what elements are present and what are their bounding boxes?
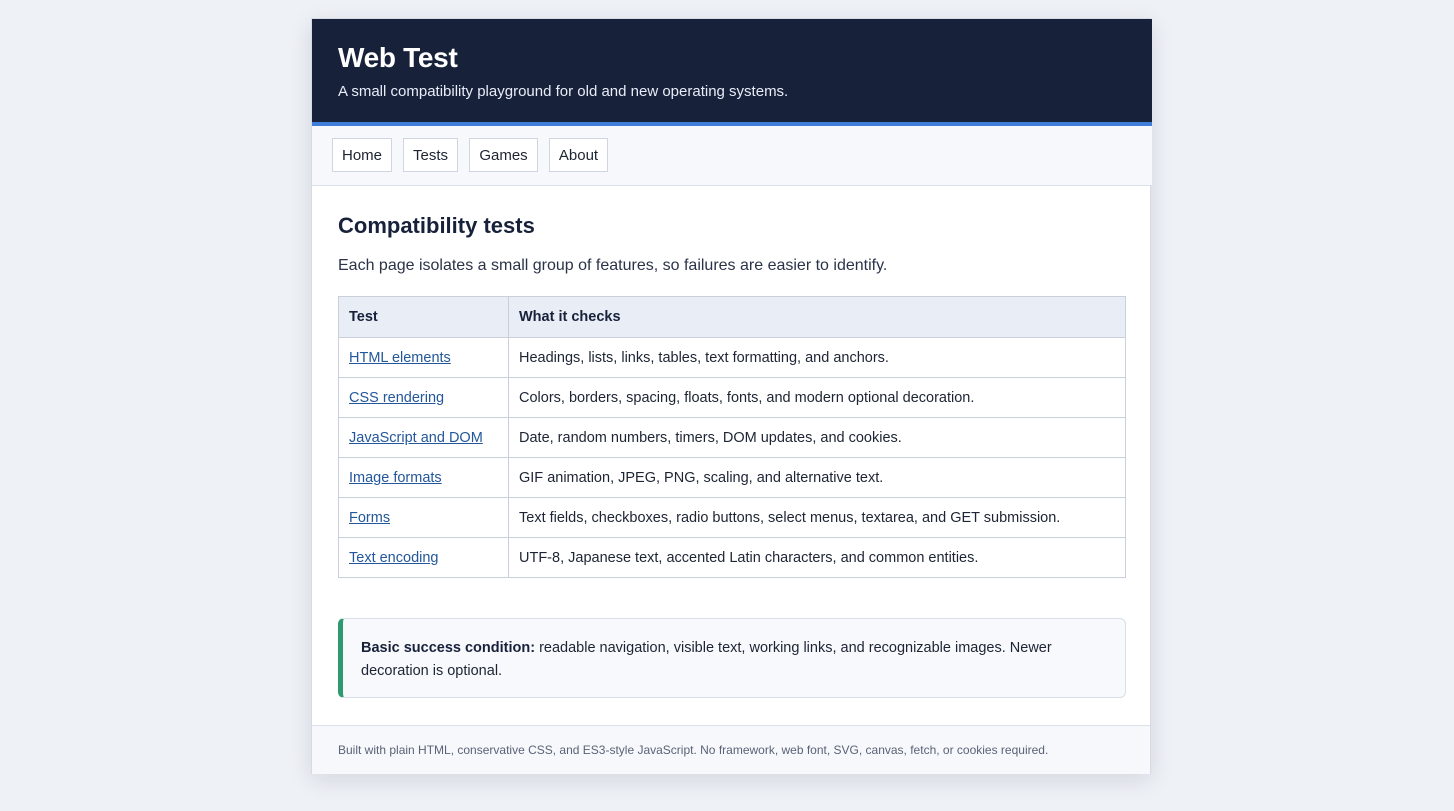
site-tagline: A small compatibility playground for old… [338, 83, 789, 100]
table-row: HTML elements Headings, lists, links, ta… [338, 337, 1126, 378]
table-cell-test: JavaScript and DOM [338, 417, 509, 458]
footer-text: Built with plain HTML, conservative CSS,… [338, 743, 1049, 757]
table-cell-test: HTML elements [338, 337, 509, 378]
table-cell-test: Image formats [338, 457, 509, 498]
page-card: Web Test A small compatibility playgroun… [311, 18, 1152, 774]
nav-item-about[interactable]: About [549, 138, 608, 172]
table-row: CSS rendering Colors, borders, spacing, … [338, 377, 1126, 418]
intro-text: Each page isolates a small group of feat… [338, 257, 888, 274]
tests-table: Test What it checks HTML elements Headin… [338, 296, 1126, 578]
table-cell-test: Text encoding [338, 537, 509, 578]
table-cell-checks: Text fields, checkboxes, radio buttons, … [508, 497, 1126, 538]
site-footer: Built with plain HTML, conservative CSS,… [312, 725, 1150, 774]
table-row: Image formats GIF animation, JPEG, PNG, … [338, 457, 1126, 498]
table-cell-checks: UTF-8, Japanese text, accented Latin cha… [508, 537, 1126, 578]
site-header: Web Test A small compatibility playgroun… [312, 19, 1152, 126]
nav-item-tests[interactable]: Tests [403, 138, 458, 172]
table-cell-checks: Colors, borders, spacing, floats, fonts,… [508, 377, 1126, 418]
test-link-forms[interactable]: Forms [349, 510, 390, 526]
success-condition-note: Basic success condition: readable naviga… [338, 618, 1126, 698]
page-title: Compatibility tests [338, 213, 535, 238]
test-link-html-elements[interactable]: HTML elements [349, 350, 451, 366]
column-header-checks: What it checks [508, 296, 1126, 338]
main-nav: Home Tests Games About [312, 126, 1152, 186]
table-cell-test: CSS rendering [338, 377, 509, 418]
test-link-css-rendering[interactable]: CSS rendering [349, 390, 444, 406]
nav-item-home[interactable]: Home [332, 138, 392, 172]
test-link-javascript-dom[interactable]: JavaScript and DOM [349, 430, 483, 446]
table-cell-checks: Date, random numbers, timers, DOM update… [508, 417, 1126, 458]
table-row: JavaScript and DOM Date, random numbers,… [338, 417, 1126, 458]
test-link-text-encoding[interactable]: Text encoding [349, 550, 438, 566]
note-label: Basic success condition: [361, 640, 536, 656]
table-header-row: Test What it checks [338, 296, 1126, 338]
column-header-test: Test [338, 296, 509, 338]
test-link-image-formats[interactable]: Image formats [349, 470, 442, 486]
nav-item-games[interactable]: Games [469, 138, 538, 172]
table-cell-checks: Headings, lists, links, tables, text for… [508, 337, 1126, 378]
table-cell-test: Forms [338, 497, 509, 538]
table-row: Forms Text fields, checkboxes, radio but… [338, 497, 1126, 538]
site-title: Web Test [338, 42, 458, 73]
table-cell-checks: GIF animation, JPEG, PNG, scaling, and a… [508, 457, 1126, 498]
table-row: Text encoding UTF-8, Japanese text, acce… [338, 537, 1126, 578]
